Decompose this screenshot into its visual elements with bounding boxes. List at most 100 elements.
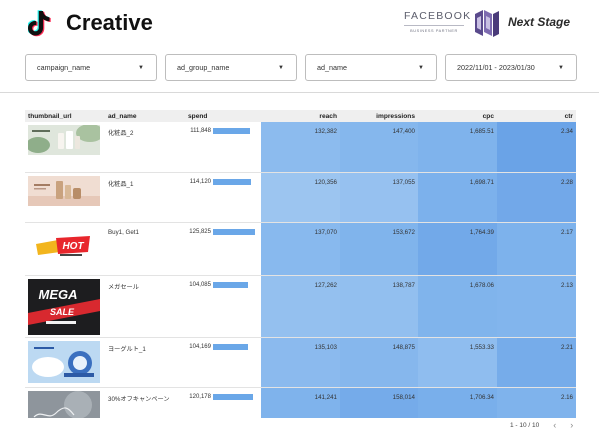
cpc-cell: 1,706.34 [418, 387, 497, 418]
filter-label: ad_group_name [177, 63, 230, 72]
spend-value: 104,085 [189, 281, 211, 288]
column-header-ctr[interactable]: ctr [497, 110, 576, 122]
spend-value: 125,825 [189, 228, 211, 235]
table-row: 化粧品_2 111,848 132,382 147,400 1,685.51 2… [25, 122, 576, 173]
section-divider [0, 92, 599, 93]
prev-page-icon[interactable]: ‹ [553, 420, 556, 430]
spend-cell: 125,825 [185, 222, 261, 276]
impressions-cell: 158,014 [340, 387, 418, 418]
reach-cell: 132,382 [261, 122, 340, 173]
header: Creative FACEBOOK BUSINESS PARTNER Next … [0, 0, 599, 48]
ctr-cell: 2.16 [497, 387, 576, 418]
spend-cell: 104,085 [185, 275, 261, 338]
spend-value: 111,848 [190, 128, 211, 134]
column-header-cpc[interactable]: cpc [418, 110, 497, 122]
ad-name-cell: 30%オフキャンペーン [105, 387, 185, 418]
ad-name-cell: メガセール [105, 275, 185, 338]
thumbnail-cell: HOT [25, 222, 105, 276]
caret-down-icon: ▼ [138, 65, 144, 71]
thumbnail-cosmetic-beige [28, 175, 100, 206]
thumbnail-cell [25, 387, 105, 418]
facebook-partner-logo: FACEBOOK BUSINESS PARTNER [404, 10, 472, 33]
column-header-spend[interactable]: spend [185, 110, 261, 122]
column-header-thumbnail-url[interactable]: thumbnail_url [25, 110, 105, 122]
spend-cell: 120,178 [185, 387, 261, 418]
page-title: Creative [66, 10, 153, 35]
caret-down-icon: ▼ [418, 65, 424, 71]
thumbnail-cell [25, 172, 105, 223]
reach-cell: 120,356 [261, 172, 340, 223]
thumbnail-cell: MEGA SALE [25, 275, 105, 338]
spend-cell: 114,120 [185, 172, 261, 223]
pagination-range: 1 - 10 / 10 [510, 421, 540, 429]
thumbnail-cosmetic-green [28, 125, 100, 155]
ad-name-cell: 化粧品_1 [105, 172, 185, 223]
date-range-filter[interactable]: 2022/11/01 - 2023/01/30 ▼ [445, 54, 577, 81]
reach-cell: 137,070 [261, 222, 340, 276]
reach-cell: 135,103 [261, 337, 340, 388]
svg-text:MEGA: MEGA [39, 287, 78, 302]
cpc-cell: 1,698.71 [418, 172, 497, 223]
spend-bar [213, 393, 254, 400]
campaign-name-filter[interactable]: campaign_name ▼ [25, 54, 157, 81]
table-header-row: thumbnail_url ad_name spend reach impres… [25, 110, 576, 122]
tiktok-logo-icon [28, 10, 51, 37]
next-stage-wordmark: Next Stage [508, 15, 571, 29]
svg-text:SALE: SALE [50, 307, 75, 317]
table-row: MEGA SALE メガセール 104,085 127,262 138,787 … [25, 275, 576, 338]
ad-name-cell: 化粧品_2 [105, 122, 185, 173]
spend-value: 120,178 [189, 393, 211, 400]
spend-value: 114,120 [189, 178, 211, 185]
thumbnail-cell [25, 122, 105, 173]
cpc-cell: 1,764.39 [418, 222, 497, 276]
svg-text:HOT: HOT [62, 241, 84, 252]
column-header-ad-name[interactable]: ad_name [105, 110, 185, 122]
table-row: 30%オフキャンペーン 120,178 141,241 158,014 1,70… [25, 387, 576, 418]
impressions-cell: 148,875 [340, 337, 418, 388]
ctr-cell: 2.13 [497, 275, 576, 338]
table-row: ヨーグルト_1 104,169 135,103 148,875 1,553.33… [25, 337, 576, 388]
filter-label: campaign_name [37, 63, 91, 72]
facebook-subtitle: BUSINESS PARTNER [410, 29, 458, 33]
spend-cell: 111,848 [185, 122, 261, 173]
spend-bar [213, 281, 248, 288]
thumbnail-hot-banner: HOT [28, 225, 100, 266]
filter-label: 2022/11/01 - 2023/01/30 [457, 63, 535, 72]
pagination: 1 - 10 / 10 ‹ › [510, 420, 573, 430]
table-row: 化粧品_1 114,120 120,356 137,055 1,698.71 2… [25, 172, 576, 223]
impressions-cell: 138,787 [340, 275, 418, 338]
cpc-cell: 1,678.06 [418, 275, 497, 338]
spend-bar [213, 128, 251, 134]
thumbnail-cell [25, 337, 105, 388]
column-header-impressions[interactable]: impressions [340, 110, 418, 122]
spend-cell: 104,169 [185, 337, 261, 388]
ad-group-name-filter[interactable]: ad_group_name ▼ [165, 54, 297, 81]
thumbnail-grey-photo [28, 390, 100, 418]
thumbnail-yogurt [28, 340, 100, 383]
next-page-icon[interactable]: › [570, 420, 573, 430]
spend-bar [213, 228, 255, 235]
next-stage-logo-icon [475, 10, 499, 37]
ad-name-cell: Buy1, Get1 [105, 222, 185, 276]
column-header-reach[interactable]: reach [261, 110, 340, 122]
ad-name-filter[interactable]: ad_name ▼ [305, 54, 437, 81]
ctr-cell: 2.34 [497, 122, 576, 173]
thumbnail-mega-sale: MEGA SALE [28, 278, 100, 335]
caret-down-icon: ▼ [558, 65, 564, 71]
impressions-cell: 137,055 [340, 172, 418, 223]
ctr-cell: 2.17 [497, 222, 576, 276]
facebook-divider [404, 25, 464, 26]
impressions-cell: 153,672 [340, 222, 418, 276]
table-row: HOT Buy1, Get1 125,825 137,070 153,672 1… [25, 222, 576, 276]
reach-cell: 141,241 [261, 387, 340, 418]
spend-bar [213, 178, 252, 185]
filter-label: ad_name [317, 63, 347, 72]
ctr-cell: 2.28 [497, 172, 576, 223]
facebook-wordmark: FACEBOOK [404, 10, 472, 22]
ad-name-cell: ヨーグルト_1 [105, 337, 185, 388]
reach-cell: 127,262 [261, 275, 340, 338]
cpc-cell: 1,685.51 [418, 122, 497, 173]
spend-bar [213, 343, 248, 350]
impressions-cell: 147,400 [340, 122, 418, 173]
spend-value: 104,169 [189, 343, 211, 350]
